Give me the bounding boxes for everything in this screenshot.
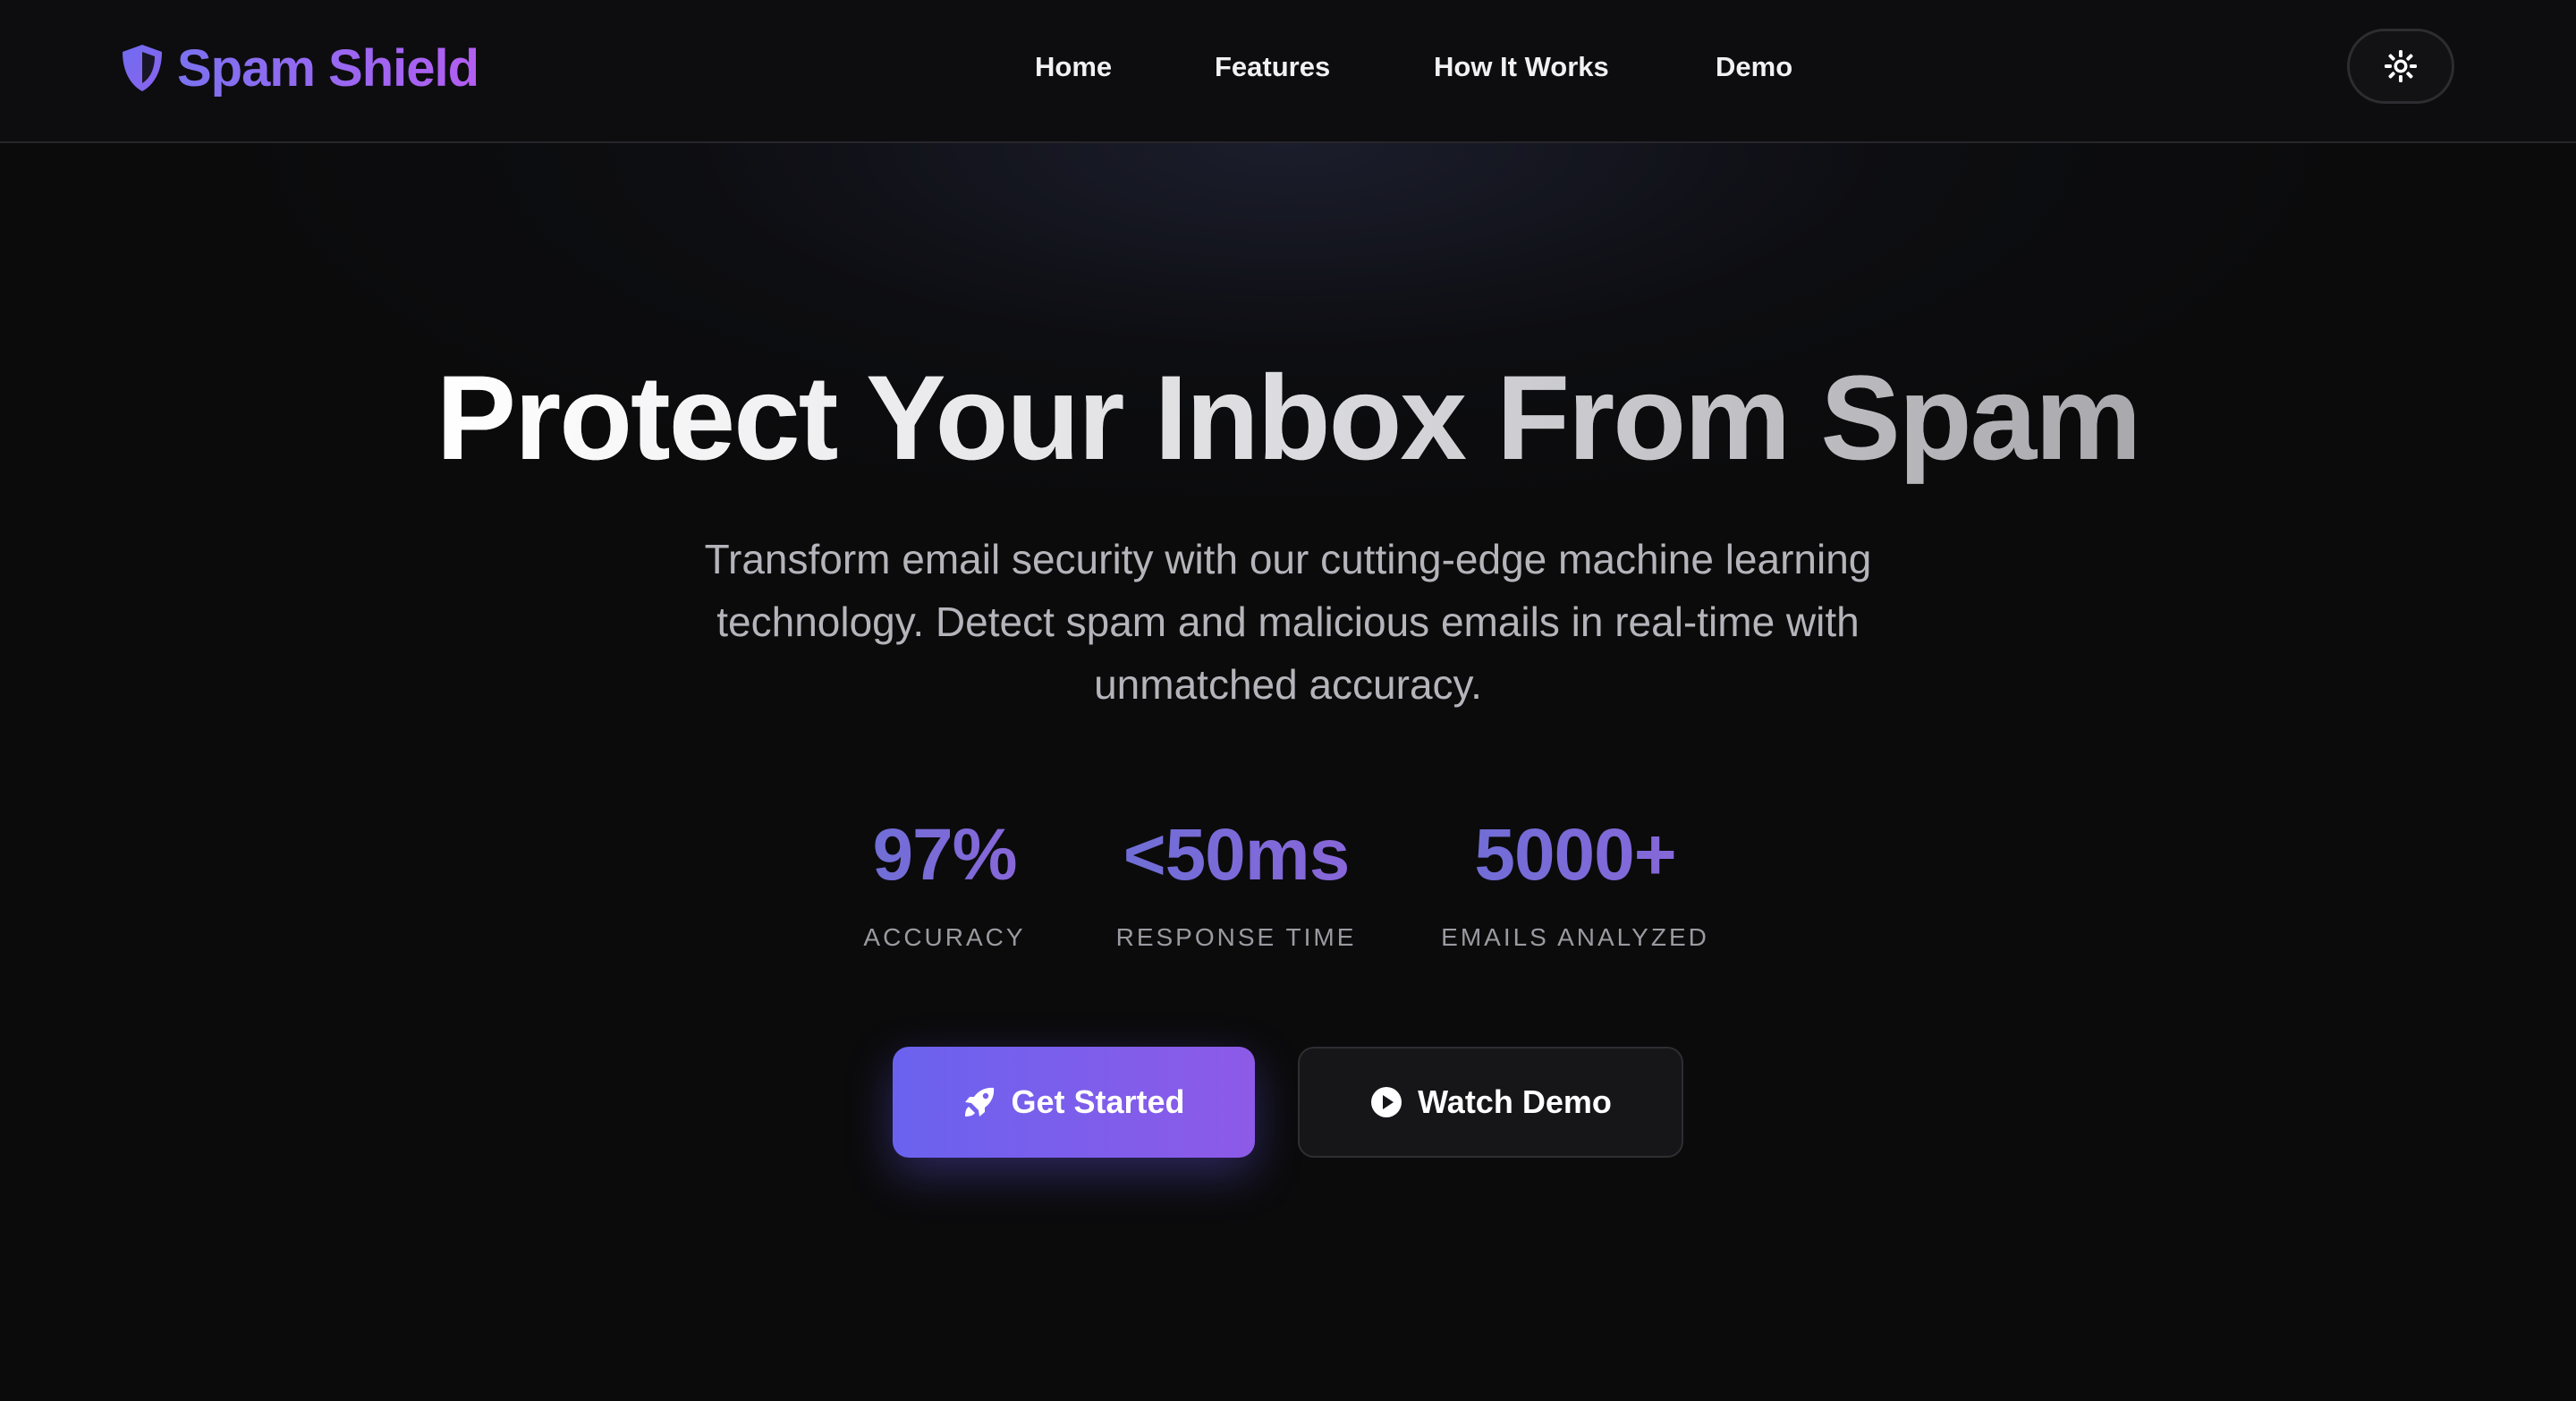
play-circle-icon [1371, 1087, 1402, 1117]
hero-subtitle: Transform email security with our cuttin… [704, 536, 1872, 708]
stat-response-time: <50ms RESPONSE TIME [1102, 811, 1370, 955]
hero-title: Protect Your Inbox From Spam [0, 347, 2576, 490]
watch-demo-button[interactable]: Watch Demo [1298, 1047, 1683, 1158]
stat-value: 5000+ [1428, 811, 1723, 900]
watch-demo-label: Watch Demo [1418, 1083, 1612, 1120]
stat-value: 97% [855, 811, 1034, 900]
stat-label: ACCURACY [863, 923, 1026, 951]
main-nav: Home Features How It Works Demo [0, 45, 2576, 89]
rocket-icon [965, 1087, 995, 1117]
stat-accuracy: 97% ACCURACY [855, 811, 1034, 955]
stat-value: <50ms [1102, 811, 1370, 900]
stats-row: 97% ACCURACY <50ms RESPONSE TIME 5000+ E… [0, 811, 2576, 963]
stat-label: RESPONSE TIME [1115, 923, 1357, 951]
get-started-button[interactable]: Get Started [893, 1047, 1255, 1158]
hero-title-text: Protect Your Inbox From Spam [436, 347, 2142, 490]
nav-link-how-it-works[interactable]: How It Works [1434, 45, 1609, 89]
nav-link-demo[interactable]: Demo [1716, 45, 1792, 89]
landing-page: Spam Shield Home Features How It Works D… [0, 0, 2576, 1401]
nav-link-home[interactable]: Home [1035, 45, 1112, 89]
get-started-label: Get Started [1011, 1083, 1185, 1120]
sun-icon [2385, 50, 2417, 82]
nav-link-features[interactable]: Features [1215, 45, 1330, 89]
theme-toggle-button[interactable] [2347, 29, 2454, 104]
navbar: Spam Shield Home Features How It Works D… [0, 0, 2576, 143]
stat-emails-analyzed: 5000+ EMAILS ANALYZED [1428, 811, 1723, 955]
stat-label: EMAILS ANALYZED [1441, 923, 1709, 951]
